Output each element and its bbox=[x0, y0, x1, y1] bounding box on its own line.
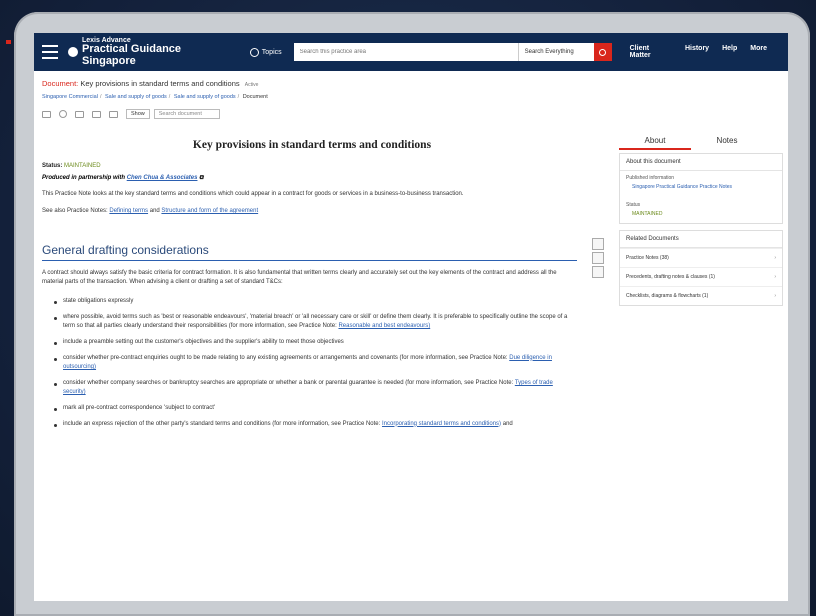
chevron-right-icon: › bbox=[774, 273, 776, 280]
see-also-prefix: See also Practice Notes: bbox=[42, 208, 108, 215]
bullet-link[interactable]: Incorporating standard terms and conditi… bbox=[382, 421, 501, 427]
lexis-logo-icon bbox=[67, 47, 78, 57]
right-tabs: About Notes bbox=[619, 136, 783, 150]
about-panel: About this document Published informatio… bbox=[619, 153, 783, 224]
document-header: Document: Key provisions in standard ter… bbox=[34, 71, 788, 120]
bullet-list: state obligations expressly where possib… bbox=[42, 297, 582, 429]
search-bar: Search Everything bbox=[293, 43, 612, 61]
breadcrumb-item[interactable]: Sale and supply of goods bbox=[174, 94, 236, 100]
list-item: mark all pre-contract correspondence 'su… bbox=[54, 404, 574, 414]
app-screen: Lexis Advance Practical Guidance Singapo… bbox=[34, 33, 788, 601]
document-toolbar: Show Search document bbox=[42, 108, 780, 120]
search-scope-dropdown[interactable]: Search Everything bbox=[517, 43, 594, 61]
top-navigation-bar: Lexis Advance Practical Guidance Singapo… bbox=[34, 33, 788, 71]
status-value: MAINTAINED bbox=[64, 163, 101, 169]
document-label: Document: bbox=[42, 79, 79, 88]
scroll-top-icon[interactable] bbox=[592, 266, 604, 278]
help-link[interactable]: Help bbox=[722, 45, 737, 59]
related-item[interactable]: Precedents, drafting notes & clauses (1)… bbox=[620, 266, 782, 286]
section-paragraph: A contract should always satisfy the bas… bbox=[42, 269, 557, 285]
list-item: consider whether company searches or ban… bbox=[54, 379, 574, 398]
history-link[interactable]: History bbox=[685, 45, 709, 59]
topics-button[interactable]: Topics bbox=[249, 47, 282, 57]
published-label: Published information bbox=[626, 175, 675, 181]
related-item[interactable]: Checklists, diagrams & flowcharts (1) › bbox=[620, 285, 782, 305]
right-panel: About Notes About this document Publishe… bbox=[619, 136, 783, 306]
status-value: MAINTAINED bbox=[632, 210, 663, 217]
side-tools bbox=[592, 238, 604, 280]
search-icon bbox=[599, 48, 607, 56]
see-also-link[interactable]: Defining terms bbox=[109, 208, 148, 214]
partner-text: Produced in partnership with bbox=[42, 175, 126, 181]
document-content: Key provisions in standard terms and con… bbox=[42, 133, 582, 593]
brand-title: Practical Guidance Singapore bbox=[81, 43, 182, 67]
topics-icon bbox=[249, 47, 259, 57]
breadcrumb-item[interactable]: Singapore Commercial bbox=[42, 94, 98, 100]
client-matter-link[interactable]: Client Matter bbox=[630, 45, 672, 59]
topics-label: Topics bbox=[261, 48, 282, 56]
external-link-icon: ⧉ bbox=[199, 175, 204, 181]
list-item: state obligations expressly bbox=[54, 297, 574, 307]
more-link[interactable]: More bbox=[750, 45, 767, 59]
search-button[interactable] bbox=[593, 43, 612, 61]
save-icon[interactable] bbox=[109, 110, 118, 118]
search-document-dropdown[interactable]: Search document bbox=[153, 109, 220, 119]
list-item: consider whether pre-contract enquiries … bbox=[54, 354, 574, 373]
email-icon[interactable] bbox=[42, 110, 51, 118]
top-links: Client Matter History Help More bbox=[630, 45, 780, 59]
breadcrumb-item[interactable]: Sale and supply of goods bbox=[105, 94, 167, 100]
section-heading: General drafting considerations bbox=[42, 243, 577, 261]
list-item: include a preamble setting out the custo… bbox=[54, 338, 574, 348]
show-dropdown[interactable]: Show bbox=[126, 109, 150, 119]
intro-paragraph: This Practice Note looks at the key stan… bbox=[42, 191, 464, 197]
document-title-line: Document: Key provisions in standard ter… bbox=[42, 79, 780, 88]
download-icon[interactable] bbox=[92, 110, 101, 118]
see-also-and: and bbox=[149, 208, 160, 215]
list-item: where possible, avoid terms such as 'bes… bbox=[54, 313, 574, 332]
status-line: Status: MAINTAINED bbox=[42, 163, 582, 169]
related-item[interactable]: Practice Notes (38) › bbox=[620, 247, 782, 267]
document-title: Key provisions in standard terms and con… bbox=[80, 79, 240, 88]
about-title: About this document bbox=[620, 154, 782, 171]
related-title: Related Documents bbox=[620, 231, 782, 248]
tab-about[interactable]: About bbox=[619, 136, 691, 150]
status-label: Status: bbox=[42, 163, 63, 169]
brand-logo[interactable]: Lexis Advance Practical Guidance Singapo… bbox=[67, 37, 238, 67]
expand-icon[interactable] bbox=[592, 252, 604, 264]
see-also-paragraph: See also Practice Notes: Defining terms … bbox=[42, 207, 557, 216]
print-icon[interactable] bbox=[59, 110, 67, 118]
breadcrumb-current: Document bbox=[242, 94, 268, 100]
list-item: include an express rejection of the othe… bbox=[54, 420, 574, 430]
published-link[interactable]: Singapore Practical Guidance Practice No… bbox=[620, 181, 782, 192]
related-panel: Related Documents Practice Notes (38) › P… bbox=[619, 229, 783, 306]
status-label: Status bbox=[626, 201, 641, 208]
breadcrumb: Singapore Commercial / Sale and supply of… bbox=[42, 94, 268, 100]
see-also-link[interactable]: Structure and form of the agreement bbox=[161, 208, 258, 214]
chevron-right-icon: › bbox=[774, 254, 776, 261]
bullet-link[interactable]: Reasonable and best endeavours) bbox=[338, 323, 430, 329]
search-input[interactable] bbox=[293, 43, 518, 61]
document-heading: Key provisions in standard terms and con… bbox=[192, 139, 432, 151]
partner-link[interactable]: Chen Chua & Associates bbox=[127, 175, 198, 181]
red-accent-mark bbox=[6, 40, 11, 44]
partner-line: Produced in partnership with Chen Chua &… bbox=[42, 175, 582, 182]
comment-icon[interactable] bbox=[75, 110, 84, 118]
active-badge: Active bbox=[244, 82, 259, 88]
collapse-icon[interactable] bbox=[592, 238, 604, 250]
tab-notes[interactable]: Notes bbox=[691, 136, 763, 150]
menu-icon[interactable] bbox=[42, 45, 58, 59]
chevron-right-icon: › bbox=[774, 292, 776, 299]
